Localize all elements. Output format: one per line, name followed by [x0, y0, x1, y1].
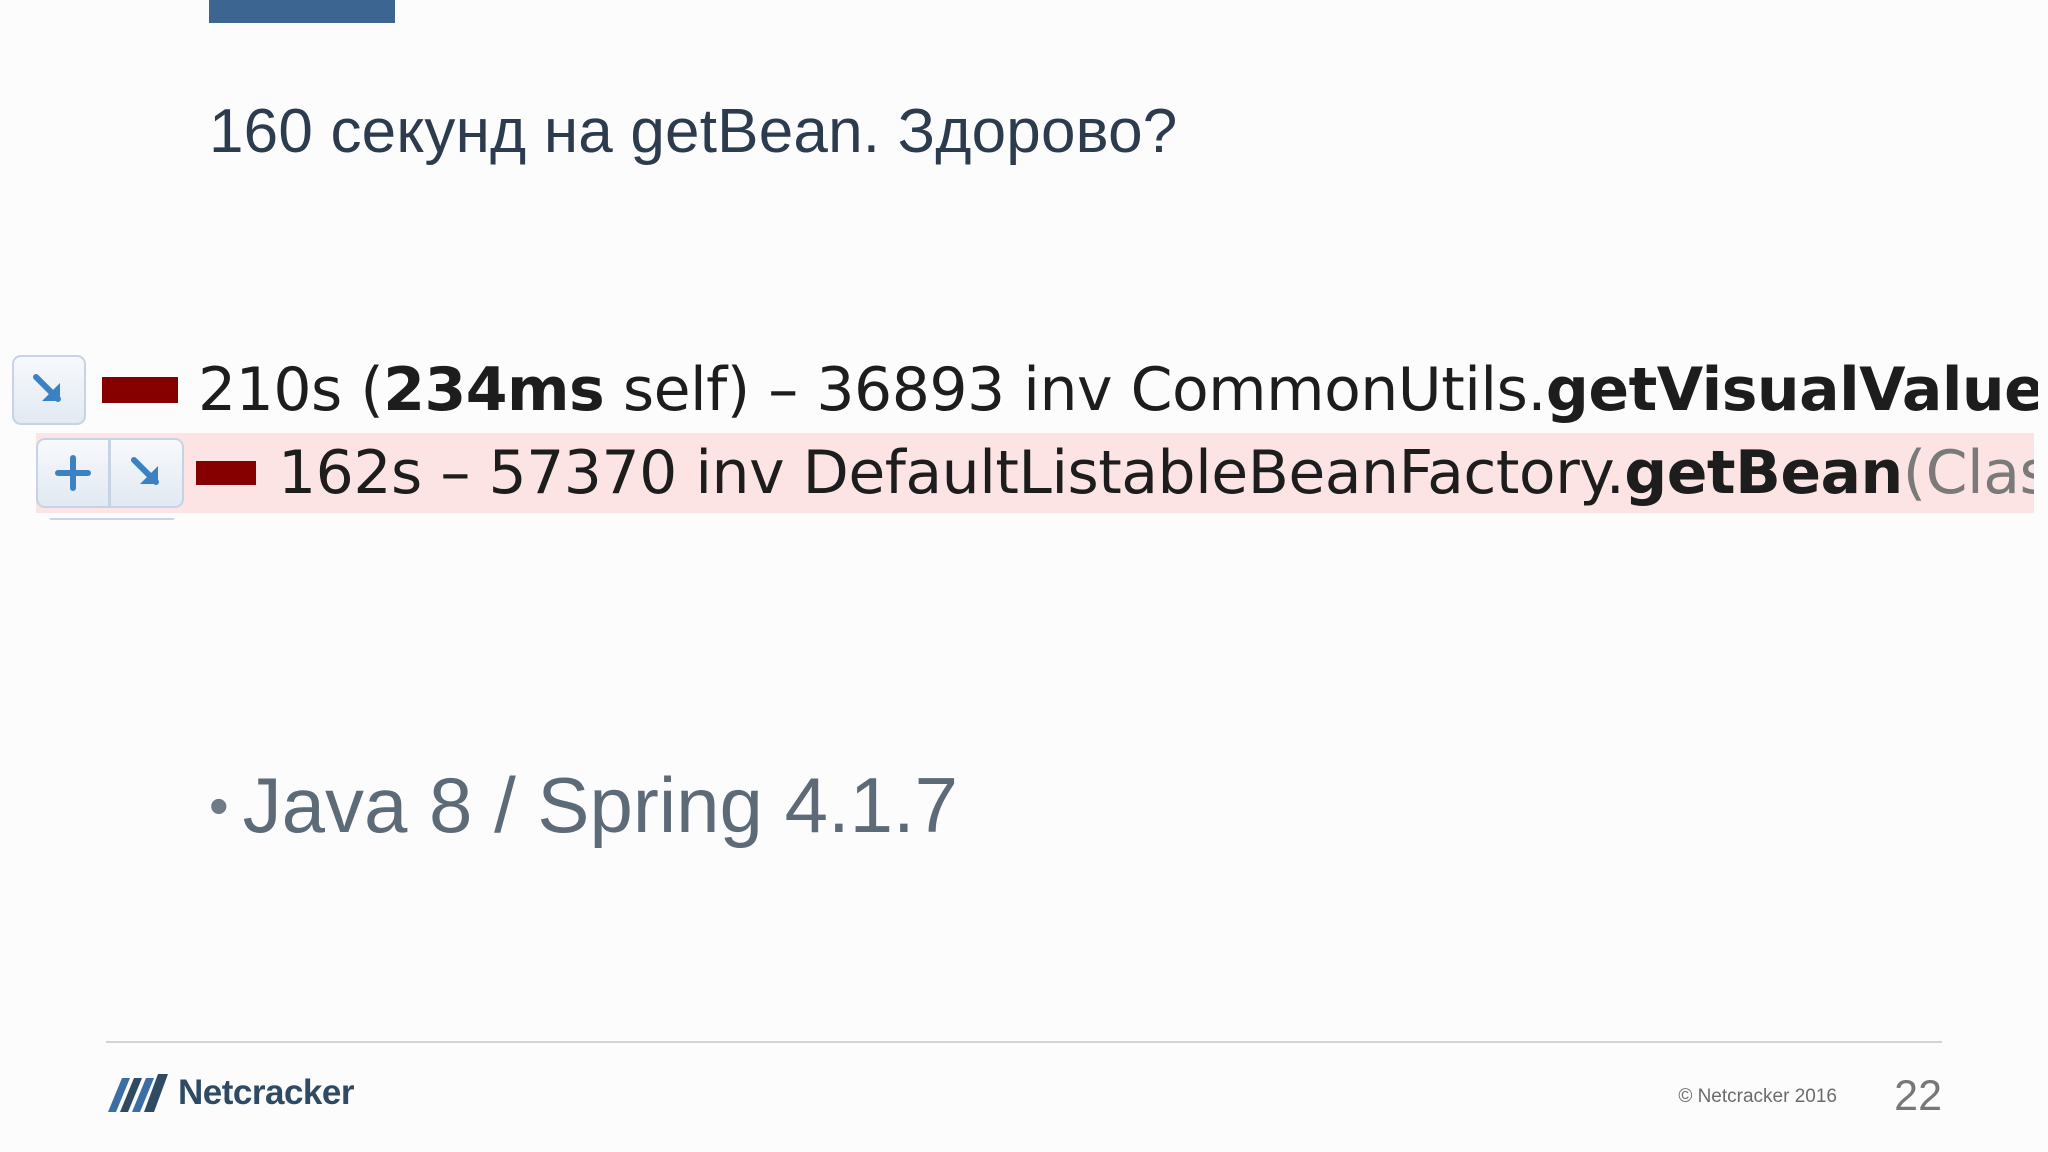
bullet-item: • Java 8 / Spring 4.1.7 [209, 760, 958, 851]
navigate-button[interactable] [110, 438, 184, 508]
copyright-text: © Netcracker 2016 [1678, 1086, 1837, 1107]
netcracker-logo: Netcracker [106, 1072, 354, 1114]
profiler-screenshot: 210s (234ms self) – 36893 inv CommonUtil… [0, 350, 2048, 522]
arrow-down-right-icon [33, 374, 61, 402]
plus-icon [55, 455, 91, 491]
expand-button[interactable] [36, 438, 110, 508]
bullet-text: Java 8 / Spring 4.1.7 [242, 761, 959, 849]
profiler-row-getbean[interactable]: 162s – 57370 inv DefaultListableBeanFact… [36, 433, 2034, 513]
slide-title: 160 секунд на getBean. Здорово? [209, 97, 1178, 166]
top-accent-bar [209, 0, 395, 23]
row-button-group [36, 438, 184, 508]
hot-spot-bar [196, 461, 256, 485]
footer-divider [106, 1041, 1942, 1043]
row-divider [50, 518, 174, 520]
page-number: 22 [1894, 1072, 1942, 1120]
navigate-button[interactable] [12, 355, 86, 425]
profiler-row-getvisualvalue[interactable]: 210s (234ms self) – 36893 inv CommonUtil… [12, 350, 2038, 430]
bullet-dot: • [209, 774, 229, 837]
call-tree-entry-text: 210s (234ms self) – 36893 inv CommonUtil… [198, 355, 2038, 425]
hot-spot-bar [102, 377, 178, 403]
brand-name: Netcracker [178, 1073, 354, 1112]
netcracker-logo-icon [108, 1074, 168, 1112]
call-tree-entry-text: 162s – 57370 inv DefaultListableBeanFact… [278, 438, 2034, 508]
arrow-down-right-icon [130, 457, 159, 485]
slide: 160 секунд на getBean. Здорово? 210s (23… [0, 0, 2048, 1152]
